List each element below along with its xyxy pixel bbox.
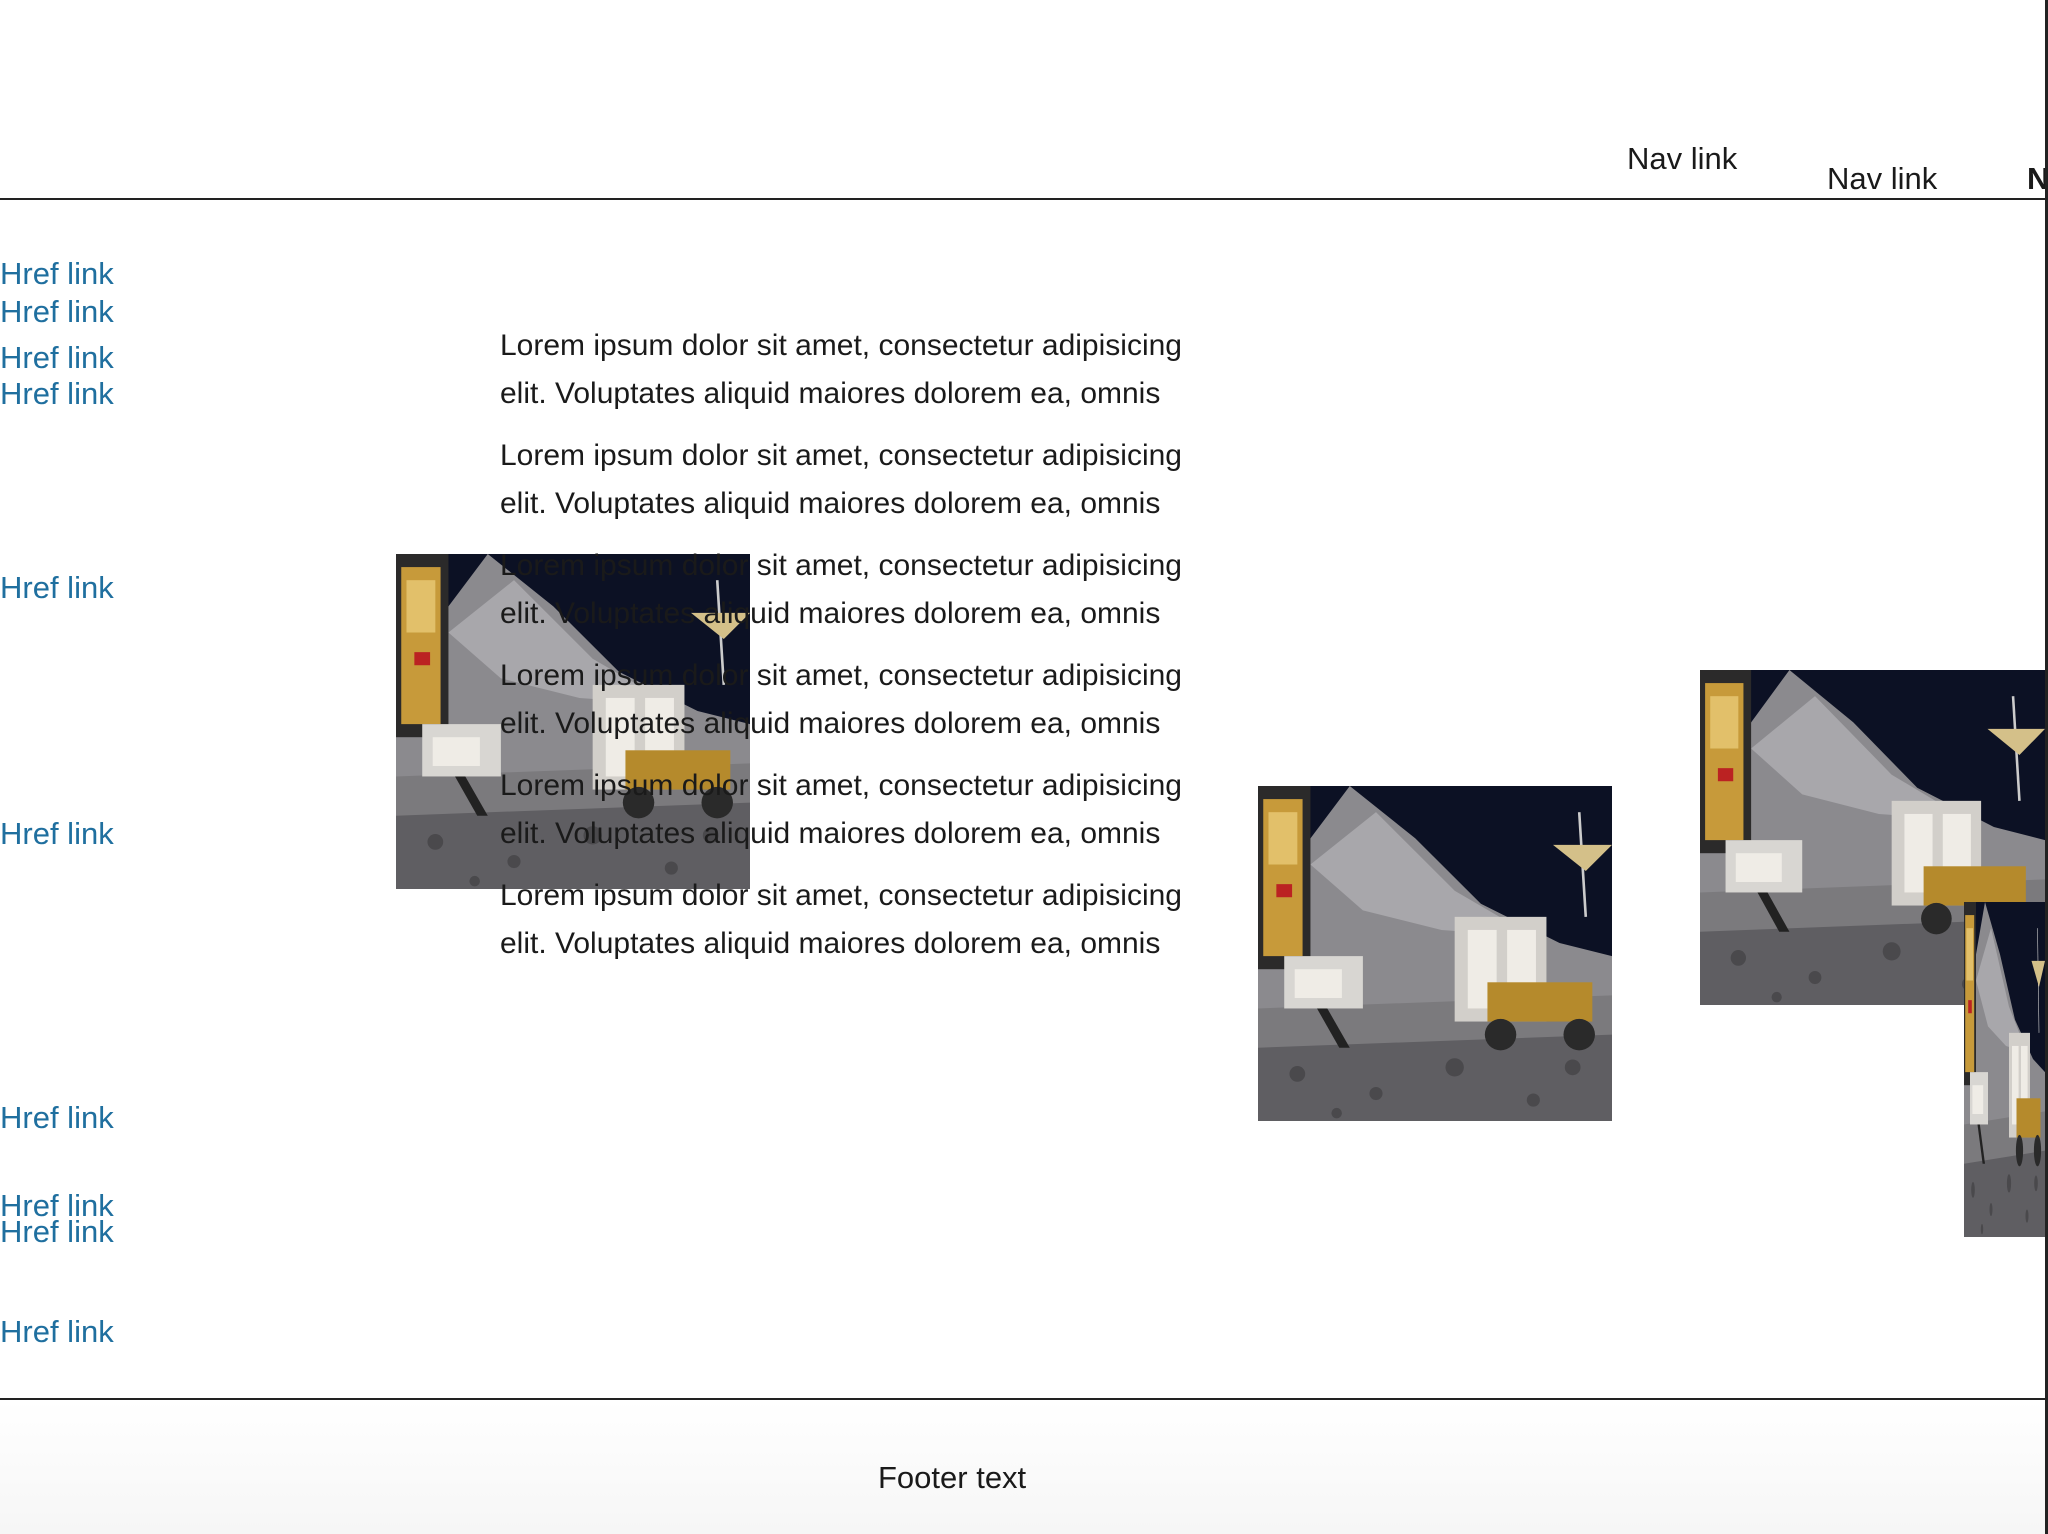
sidebar-link[interactable]: Href link xyxy=(0,818,114,849)
paragraph-line: Lorem ipsum dolor sit amet, consectetur … xyxy=(500,329,1182,362)
paragraph-line: Lorem ipsum dolor sit amet, consectetur … xyxy=(500,879,1182,912)
lunar-rover-photo-4 xyxy=(1964,902,2045,1237)
header-divider xyxy=(0,198,2048,200)
paragraph: Lorem ipsum dolor sit amet, consectetur … xyxy=(500,762,1260,858)
sidebar-link[interactable]: Href link xyxy=(0,572,114,603)
paragraph: Lorem ipsum dolor sit amet, consectetur … xyxy=(500,322,1260,418)
nav-link-2[interactable]: Nav link xyxy=(1827,161,1937,197)
page: Nav link Nav link N Href link Href link … xyxy=(0,0,2048,1534)
sidebar-link[interactable]: Href link xyxy=(0,1316,114,1347)
paragraph: Lorem ipsum dolor sit amet, consectetur … xyxy=(500,652,1260,748)
paragraph-line: elit. Voluptates aliquid maiores dolorem… xyxy=(500,597,1161,630)
nav-link-1[interactable]: Nav link xyxy=(1627,141,1737,177)
footer-text: Footer text xyxy=(878,1460,1027,1495)
sidebar-link[interactable]: Href link xyxy=(0,1216,114,1247)
paragraph-line: elit. Voluptates aliquid maiores dolorem… xyxy=(500,817,1161,850)
paragraph-line: Lorem ipsum dolor sit amet, consectetur … xyxy=(500,549,1182,582)
sidebar-link[interactable]: Href link xyxy=(0,378,114,409)
footer-divider xyxy=(0,1398,2048,1400)
paragraph: Lorem ipsum dolor sit amet, consectetur … xyxy=(500,542,1260,638)
sidebar-link[interactable]: Href link xyxy=(0,342,114,373)
paragraph: Lorem ipsum dolor sit amet, consectetur … xyxy=(500,872,1260,968)
paragraph: Lorem ipsum dolor sit amet, consectetur … xyxy=(500,432,1260,528)
paragraph-line: Lorem ipsum dolor sit amet, consectetur … xyxy=(500,769,1182,802)
paragraph-line: elit. Voluptates aliquid maiores dolorem… xyxy=(500,487,1161,520)
sidebar-link[interactable]: Href link xyxy=(0,296,114,327)
paragraph-line: Lorem ipsum dolor sit amet, consectetur … xyxy=(500,439,1182,472)
lunar-rover-photo-2 xyxy=(1258,786,1612,1121)
sidebar-link[interactable]: Href link xyxy=(0,1102,114,1133)
paragraph-line: elit. Voluptates aliquid maiores dolorem… xyxy=(500,927,1161,960)
paragraph-line: elit. Voluptates aliquid maiores dolorem… xyxy=(500,707,1161,740)
sidebar-link[interactable]: Href link xyxy=(0,258,114,289)
paragraph-line: elit. Voluptates aliquid maiores dolorem… xyxy=(500,377,1161,410)
paragraph-line: Lorem ipsum dolor sit amet, consectetur … xyxy=(500,659,1182,692)
